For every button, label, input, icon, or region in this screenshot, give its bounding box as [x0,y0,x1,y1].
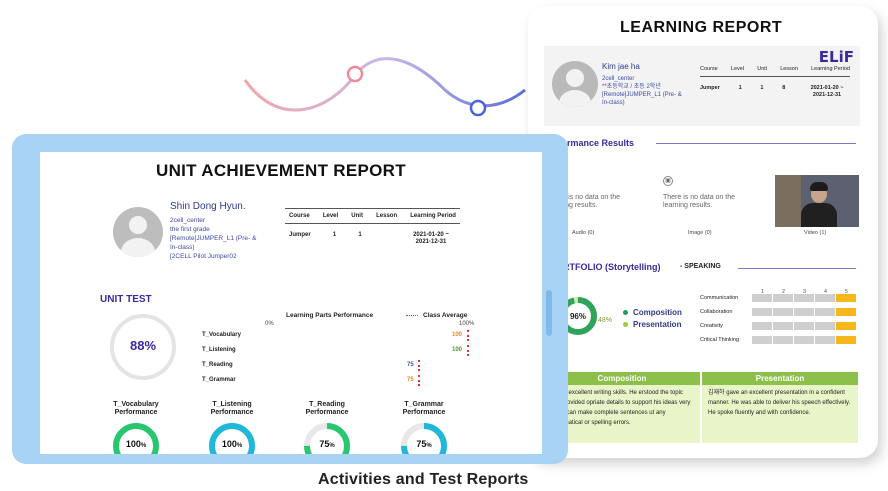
divider [738,268,856,269]
criteria-row-critical-thinking: Critical Thinking [700,336,857,344]
audio-caption: Audio (0) [572,230,595,236]
grammar-performance-donut: 75% [400,422,448,454]
row-label-grammar: T_Grammar [202,377,236,383]
criteria-row-communication: Communication [700,294,857,302]
listening-performance-card: T_Listening Performance 100% [192,401,272,454]
learning-report-card: LEARNING REPORT ELiF Kim jae ha 2cell_ce… [528,6,878,458]
page-caption: Activities and Test Reports [318,471,529,488]
portfolio-secondary-score: 48% [598,317,613,324]
table-row: Jumper 1 1 2021-01-20 ~ 2021-12-31 [289,232,449,245]
presentation-comment: 김재하 gave an excellent presentation in a … [702,385,858,443]
vocabulary-performance-card: T_Vocabulary Performance 100% [96,401,176,454]
student-info: 2cell_center the first grade [Remote]JUM… [170,217,257,260]
grammar-performance-card: T_Grammar Performance 75% [384,401,464,454]
avatar [552,61,598,107]
tablet-side-button [546,290,552,336]
legend-composition: Composition [623,308,682,317]
class-average-marker [467,345,469,356]
row-value-grammar: 75 [407,377,414,383]
presentation-heading: Presentation [702,372,858,385]
student-name: Kim jae ha [602,62,640,71]
video-caption: Video (1) [804,230,827,236]
row-value-listening: 100 [452,347,463,353]
learning-report-profile: ELiF Kim jae ha 2cell_center **초등학교 / 초등… [544,46,860,126]
table-row: Jumper 1 1 8 2021-01-20 ~ 2021-12-31 [700,85,844,98]
axis-max: 100% [459,321,475,327]
legend-presentation: Presentation [623,320,681,329]
class-average-marker [467,330,469,341]
student-info: 2cell_center **초등학교 / 초등 2학년 [Remote]JUM… [602,76,682,106]
row-value-reading: 75 [407,362,414,368]
image-caption: Image (0) [688,230,712,236]
reading-performance-donut: 75% [303,422,351,454]
course-table: Course Level Unit Lesson Learning Period… [700,66,850,98]
wave-node-pink [346,65,364,83]
class-average-marker [418,375,420,386]
learning-parts-title: Learning Parts Performance [286,312,374,319]
speaking-label: - SPEAKING [680,263,721,270]
axis-min: 0% [265,321,274,327]
class-average-marker [418,360,420,371]
vocabulary-performance-donut: 100% [112,422,160,454]
avatar [113,207,163,257]
divider [656,143,856,144]
unit-test-score: 88% [129,338,157,353]
decorative-wave [243,57,526,117]
reading-performance-card: T_Reading Performance 75% [287,401,367,454]
image-icon: ▣ [663,176,673,186]
unit-report-title: UNIT ACHIEVEMENT REPORT [156,161,406,180]
image-no-data: There is no data on the learning results… [663,194,735,209]
student-name: Shin Dong Hyun. [170,201,246,212]
criteria-row-collaboration: Collaboration [700,308,857,316]
video-thumbnail[interactable] [775,175,859,227]
row-label-reading: T_Reading [202,362,233,368]
wave-node-blue [469,99,487,117]
class-average-legend: Class Average [406,312,467,319]
row-label-listening: T_Listening [202,347,236,353]
row-value-vocabulary: 100 [452,332,463,338]
criteria-row-creativity: Creativity [700,322,857,330]
listening-performance-donut: 100% [208,422,256,454]
unit-test-title: UNIT TEST [100,294,152,305]
elif-logo: ELiF [818,48,854,66]
row-label-vocabulary: T_Vocabulary [202,332,241,338]
learning-report-title: LEARNING REPORT [620,19,783,36]
tablet-frame: UNIT ACHIEVEMENT REPORT Shin Dong Hyun. … [12,134,568,464]
unit-report-screen: UNIT ACHIEVEMENT REPORT Shin Dong Hyun. … [40,152,542,454]
course-table: Course Level Unit Lesson Learning Period… [285,208,460,246]
